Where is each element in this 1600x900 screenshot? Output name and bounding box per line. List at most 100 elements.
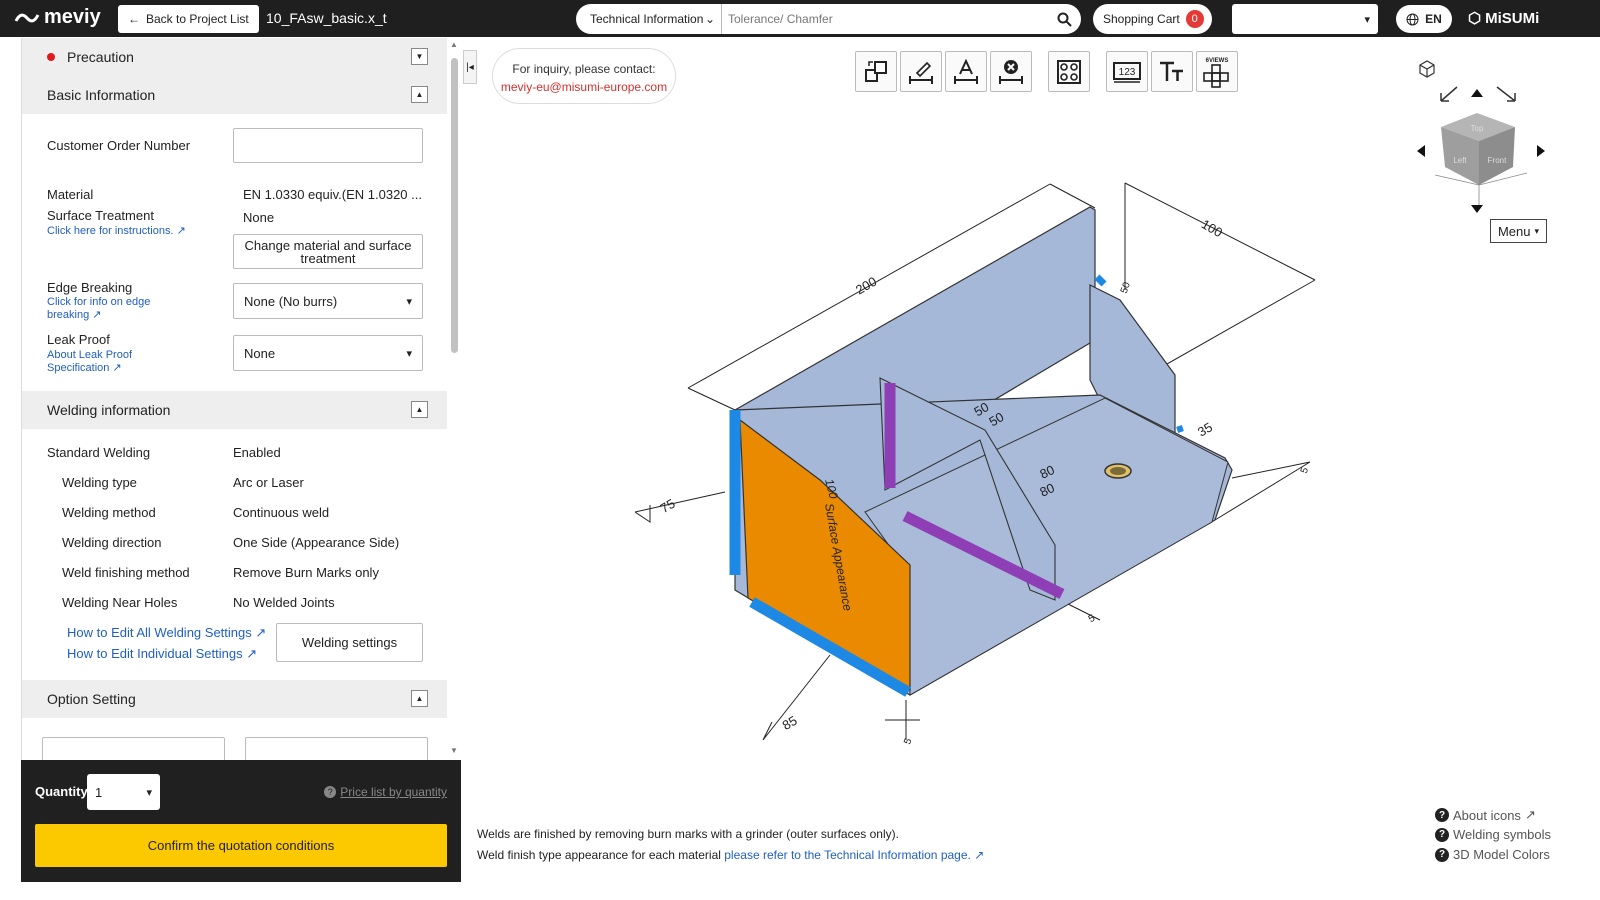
surface-treatment-value: None bbox=[243, 210, 275, 225]
number-display-label: 123 bbox=[1119, 67, 1136, 78]
chevron-down-icon: ▾ bbox=[1534, 225, 1540, 236]
dim-75: 75 bbox=[658, 496, 678, 516]
chevron-down-icon: ▾ bbox=[406, 347, 412, 360]
dim-5b: 5 bbox=[1087, 613, 1098, 626]
weld-note-prefix: Weld finish type appearance for each mat… bbox=[477, 848, 725, 862]
dim-100: 100 bbox=[1199, 216, 1225, 240]
technical-info-link[interactable]: please refer to the Technical Informatio… bbox=[724, 848, 971, 862]
arrow-right-icon[interactable] bbox=[1537, 145, 1545, 157]
surface-link-text: Click here for instructions. bbox=[47, 225, 174, 237]
settings-panel: Precaution ▼ Basic Information ▲ Custome… bbox=[21, 38, 447, 760]
header-select[interactable]: ▾ bbox=[1232, 4, 1378, 34]
scroll-up-icon[interactable]: ▲ bbox=[450, 40, 458, 49]
help-icon: ? bbox=[1435, 808, 1449, 822]
edge-breaking-select[interactable]: None (No burrs) ▾ bbox=[233, 283, 423, 319]
search-bar: Technical Information ⌄ Tolerance/ Chamf… bbox=[576, 4, 1081, 34]
search-icon[interactable] bbox=[1047, 12, 1081, 27]
surface-instructions-link[interactable]: Click here for instructions. ↗ bbox=[47, 225, 186, 238]
text-size-icon[interactable] bbox=[1151, 51, 1193, 92]
logo-text: meviy bbox=[44, 6, 101, 28]
meviy-logo-icon bbox=[14, 13, 40, 22]
collapse-option-button[interactable]: ▲ bbox=[411, 690, 428, 707]
cube-top-label: Top bbox=[1471, 124, 1484, 133]
meviy-logo[interactable]: meviy bbox=[14, 6, 101, 29]
option-button-1[interactable] bbox=[42, 737, 225, 760]
leak-proof-link[interactable]: About Leak Proof Specification ↗ bbox=[47, 349, 167, 375]
edit-all-welding-link[interactable]: How to Edit All Welding Settings ↗ bbox=[67, 625, 266, 641]
welding-info-header: Welding information ▲ bbox=[22, 391, 447, 429]
chevron-down-icon: ▾ bbox=[146, 786, 152, 799]
about-icons-link[interactable]: ? About icons ↗ bbox=[1435, 807, 1536, 823]
arrow-up-icon[interactable] bbox=[1471, 89, 1483, 97]
weld-mark-right[interactable] bbox=[1176, 425, 1184, 433]
back-to-project-list-button[interactable]: ← Back to Project List bbox=[118, 5, 259, 33]
contact-email-link[interactable]: meviy-eu@misumi-europe.com bbox=[493, 78, 675, 96]
view-switch-icon[interactable] bbox=[855, 51, 897, 92]
contact-box: For inquiry, please contact: meviy-eu@mi… bbox=[492, 48, 676, 104]
quantity-select[interactable]: 1 ▾ bbox=[87, 774, 160, 810]
welding-symbols-link[interactable]: ? Welding symbols bbox=[1435, 827, 1551, 842]
scroll-thumb[interactable] bbox=[451, 58, 458, 353]
option-setting-header: Option Setting ▲ bbox=[22, 680, 447, 718]
quantity-label: Quantity bbox=[35, 784, 88, 799]
customer-order-input[interactable] bbox=[233, 128, 423, 163]
edit-dimension-icon[interactable] bbox=[900, 51, 942, 92]
collapse-welding-button[interactable]: ▲ bbox=[411, 401, 428, 418]
weld-row-label: Welding type bbox=[62, 475, 137, 490]
edit-individual-welding-link[interactable]: How to Edit Individual Settings ↗ bbox=[67, 646, 257, 662]
file-name: 10_FAsw_basic.x_t bbox=[266, 10, 387, 26]
price-list-text: Price list by quantity bbox=[340, 785, 447, 799]
option-button-2[interactable] bbox=[245, 737, 428, 760]
shopping-cart-button[interactable]: Shopping Cart 0 bbox=[1093, 4, 1212, 34]
leak-proof-value: None bbox=[244, 345, 276, 361]
dim-5c: 5 bbox=[902, 737, 914, 746]
collapse-basic-info-button[interactable]: ▲ bbox=[411, 86, 428, 103]
material-value: EN 1.0330 equiv.(EN 1.0320 ... bbox=[243, 187, 422, 202]
change-material-button[interactable]: Change material and surface treatment bbox=[233, 234, 423, 269]
weld-row-value: Enabled bbox=[233, 445, 281, 460]
leak-proof-select[interactable]: None ▾ bbox=[233, 335, 423, 371]
menu-label: Menu bbox=[1497, 223, 1531, 239]
option-setting-title: Option Setting bbox=[47, 691, 136, 707]
cube-faces[interactable]: Top Left Front bbox=[1441, 113, 1515, 185]
help-icon: ? bbox=[1435, 827, 1449, 842]
precaution-dot bbox=[47, 53, 55, 61]
part-3d-model[interactable]: 200 100 50 50 80 80 75 85 35 5 5 5 50 10… bbox=[470, 110, 1370, 770]
edge-breaking-link[interactable]: Click for info on edge breaking ↗ bbox=[47, 296, 167, 322]
arrow-left-icon[interactable] bbox=[1417, 145, 1425, 157]
chevron-down-icon: ⌄ bbox=[704, 12, 715, 26]
external-link-icon: ↗ bbox=[974, 848, 985, 862]
precaution-header[interactable]: Precaution ▼ bbox=[22, 38, 447, 76]
number-display-icon[interactable]: 123 bbox=[1106, 51, 1148, 92]
dim-35: 35 bbox=[1195, 419, 1215, 439]
text-dimension-icon[interactable] bbox=[945, 51, 987, 92]
weld-mark-top[interactable] bbox=[1094, 274, 1107, 287]
panel-scrollbar[interactable]: ▲ ▼ bbox=[448, 40, 460, 760]
scroll-down-icon[interactable]: ▼ bbox=[450, 746, 458, 755]
globe-icon bbox=[1406, 13, 1419, 25]
expand-precaution-button[interactable]: ▼ bbox=[411, 48, 428, 65]
about-icons-text: About icons bbox=[1453, 807, 1521, 823]
welding-settings-button[interactable]: Welding settings bbox=[276, 623, 423, 662]
arrow-down-icon[interactable] bbox=[1471, 205, 1483, 213]
model-colors-link[interactable]: ? 3D Model Colors bbox=[1435, 847, 1550, 862]
viewer-menu-button[interactable]: Menu ▾ bbox=[1490, 219, 1547, 243]
external-link-icon: ↗ bbox=[1524, 807, 1536, 822]
price-list-link[interactable]: ? Price list by quantity bbox=[324, 785, 447, 799]
edit-all-link-text: How to Edit All Welding Settings bbox=[67, 625, 252, 640]
collapse-viewer-panel-button[interactable]: |◂ bbox=[463, 50, 477, 84]
hole-view-icon[interactable] bbox=[1048, 51, 1090, 92]
6views-icon[interactable]: 6VIEWS bbox=[1196, 51, 1238, 92]
search-input[interactable]: Tolerance/ Chamfer bbox=[722, 12, 1047, 26]
confirm-quotation-button[interactable]: Confirm the quotation conditions bbox=[35, 824, 447, 867]
box-icon[interactable] bbox=[1419, 60, 1435, 78]
search-category-select[interactable]: Technical Information ⌄ bbox=[576, 4, 722, 34]
delete-dimension-icon[interactable] bbox=[990, 51, 1032, 92]
weld-row-value: One Side (Appearance Side) bbox=[233, 535, 400, 550]
chevron-down-icon: ▾ bbox=[1364, 13, 1370, 26]
model-colors-text: 3D Model Colors bbox=[1453, 847, 1550, 862]
language-button[interactable]: EN bbox=[1396, 5, 1452, 33]
rotate-right-icon[interactable] bbox=[1496, 86, 1516, 102]
view-cube[interactable]: Top Left Front bbox=[1405, 55, 1565, 215]
rotate-left-icon[interactable] bbox=[1440, 86, 1458, 102]
